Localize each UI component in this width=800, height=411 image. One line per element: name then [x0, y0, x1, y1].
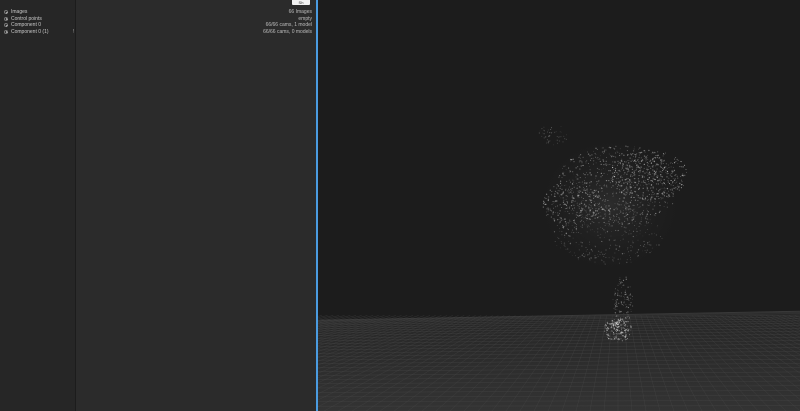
expand-plus-icon[interactable]	[4, 16, 8, 21]
tree-item-detail: empty	[298, 15, 312, 22]
tree-item-label: Images	[11, 9, 28, 15]
tree-item-component-0-1[interactable]: Component 0 (1) ! 66/66 cams, 0 models	[0, 29, 316, 35]
tree-item-label: Component 0 (1)	[11, 28, 49, 35]
3d-viewport[interactable]	[318, 0, 800, 411]
scene-canvas[interactable]	[318, 0, 800, 411]
tree-item-detail: 66/66 cams, 1 model	[265, 22, 312, 28]
tree-item-images[interactable]: Images 66 Images	[0, 9, 316, 15]
expand-plus-icon[interactable]	[4, 29, 8, 34]
app-window: Sh Images 66 Images Control points empty…	[0, 0, 800, 411]
components-panel: Sh Images 66 Images Control points empty…	[0, 0, 316, 411]
tree-item-label: Component 0	[11, 22, 42, 28]
tree-item-detail: 66/66 cams, 0 models	[263, 28, 312, 35]
tree-name-column	[0, 0, 76, 411]
expand-plus-icon[interactable]	[4, 10, 8, 14]
warning-mark: !	[73, 28, 75, 35]
tree-item-control-points[interactable]: Control points empty	[0, 16, 316, 22]
tree-item-detail: 66 Images	[288, 9, 312, 15]
panel-header-badge[interactable]: Sh	[292, 0, 310, 5]
point-cloud-glow	[530, 130, 690, 280]
tree-item-component-0[interactable]: Component 0 66/66 cams, 1 model	[0, 22, 316, 28]
expand-plus-icon[interactable]	[4, 23, 8, 27]
tree-item-label: Control points	[11, 15, 42, 22]
